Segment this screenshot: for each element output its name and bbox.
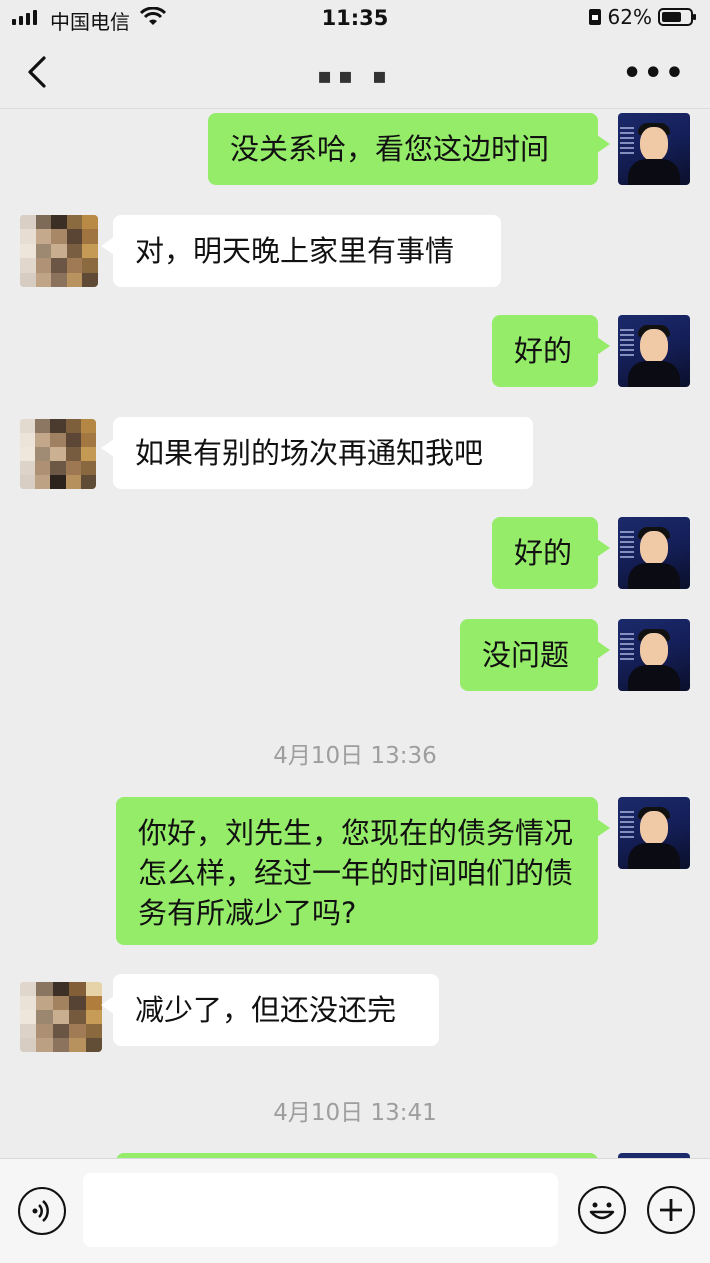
chat-title-text: ▪▪ ▪ bbox=[317, 64, 393, 89]
battery-status: 62% bbox=[588, 5, 698, 29]
my-avatar[interactable] bbox=[618, 797, 690, 869]
my-avatar[interactable] bbox=[618, 113, 690, 185]
contact-avatar[interactable] bbox=[20, 982, 102, 1052]
my-avatar[interactable] bbox=[618, 315, 690, 387]
nav-bar: ▪▪ ▪ ••• bbox=[0, 36, 710, 109]
my-avatar[interactable] bbox=[618, 619, 690, 691]
contact-message-bubble[interactable]: 如果有别的场次再通知我吧 bbox=[101, 417, 533, 489]
input-bar bbox=[0, 1158, 710, 1263]
message-text: 好的 bbox=[514, 536, 573, 570]
contact-avatar[interactable] bbox=[20, 215, 98, 287]
my-message-bubble[interactable]: 没问题 bbox=[460, 619, 610, 691]
message-text: 你好，刘先生，您现在的债务情况怎么样，经过一年的时间咱们的债务有所减少了吗? bbox=[138, 816, 574, 930]
my-message-bubble[interactable]: 没关系哈，看您这边时间 bbox=[208, 113, 610, 185]
message-text: 减少了，但还没还完 bbox=[135, 993, 397, 1027]
message-text: 对，明天晚上家里有事情 bbox=[135, 234, 455, 268]
timestamp: 4月10日 13:41 bbox=[273, 1100, 437, 1126]
message-row: 没关系哈，看您这边时间 bbox=[0, 111, 710, 187]
contact-avatar[interactable] bbox=[20, 419, 96, 489]
message-input[interactable] bbox=[83, 1173, 558, 1247]
contact-message-bubble[interactable]: 对，明天晚上家里有事情 bbox=[101, 215, 501, 287]
plus-icon[interactable] bbox=[647, 1186, 695, 1234]
battery-icon bbox=[658, 8, 696, 26]
orientation-lock-icon bbox=[588, 9, 601, 25]
my-avatar[interactable] bbox=[618, 517, 690, 589]
status-bar: 中国电信 11:35 62% bbox=[0, 0, 710, 36]
message-row: 对，明天晚上家里有事情 bbox=[0, 213, 710, 289]
message-row: 如果有别的场次再通知我吧 bbox=[0, 415, 710, 491]
message-text: 没问题 bbox=[482, 638, 570, 672]
my-message-bubble[interactable]: 好的 bbox=[492, 315, 610, 387]
contact-message-bubble[interactable]: 减少了，但还没还完 bbox=[101, 974, 439, 1046]
my-message-bubble[interactable]: 你好，刘先生，您现在的债务情况怎么样，经过一年的时间咱们的债务有所减少了吗? bbox=[116, 797, 610, 945]
chat-title: ▪▪ ▪ bbox=[0, 56, 710, 91]
message-text: 没关系哈，看您这边时间 bbox=[230, 132, 550, 166]
message-list[interactable]: 没关系哈，看您这边时间 对，明天晚上家里有事情 好的 如果有别的场次再通知我吧 … bbox=[0, 109, 710, 1159]
my-message-bubble[interactable]: 好的 bbox=[492, 517, 610, 589]
message-row: 减少了，但还没还完 bbox=[0, 974, 710, 1052]
emoji-icon[interactable] bbox=[578, 1186, 626, 1234]
timestamp: 4月10日 13:36 bbox=[273, 743, 437, 769]
message-text: 如果有别的场次再通知我吧 bbox=[135, 436, 484, 470]
message-text: 好的 bbox=[514, 334, 573, 368]
message-row: 没问题 bbox=[0, 617, 710, 693]
message-row: 好的 bbox=[0, 313, 710, 389]
battery-percent: 62% bbox=[607, 5, 652, 29]
voice-icon[interactable] bbox=[18, 1187, 66, 1235]
message-row: 好的 bbox=[0, 515, 710, 591]
more-icon[interactable]: ••• bbox=[622, 56, 686, 91]
message-row: 你好，刘先生，您现在的债务情况怎么样，经过一年的时间咱们的债务有所减少了吗? bbox=[0, 797, 710, 947]
